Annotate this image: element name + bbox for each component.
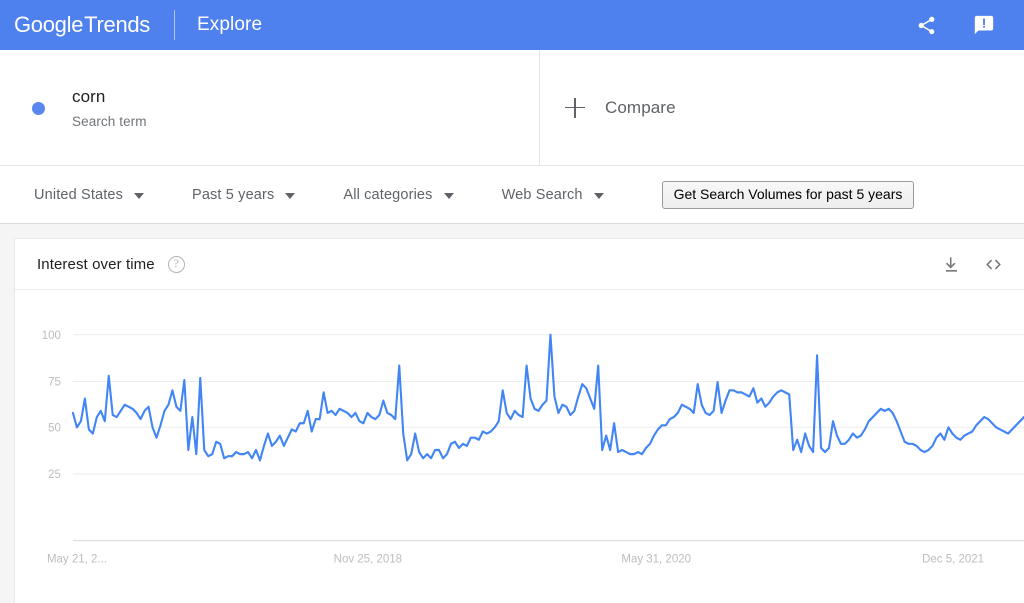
logo-google-word: Google: [14, 12, 84, 37]
y-tick-75: 75: [48, 375, 61, 388]
interest-over-time-chart[interactable]: 100 75 50 25 May 21, 2... Nov 25, 2018 M…: [15, 290, 1024, 603]
x-tick-3: Dec 5, 2021: [922, 552, 984, 565]
filter-time-range[interactable]: Past 5 years: [192, 186, 296, 203]
card-actions: [942, 255, 1004, 274]
chevron-down-icon: [443, 192, 454, 199]
search-term-text: corn Search term: [72, 86, 147, 129]
x-tick-0: May 21, 2...: [47, 552, 107, 565]
embed-code-icon[interactable]: [983, 255, 1004, 274]
y-tick-100: 100: [42, 329, 62, 342]
header-divider: [174, 10, 176, 40]
download-icon[interactable]: [942, 255, 961, 274]
logo-trends-word: Trends: [84, 12, 151, 37]
filter-location[interactable]: United States: [34, 187, 144, 203]
search-term-value: corn: [72, 87, 106, 106]
interest-over-time-card: Interest over time ? 100 75 50 25 May 21…: [14, 238, 1024, 603]
trend-line: [71, 333, 1024, 462]
y-tick-50: 50: [48, 421, 61, 434]
google-trends-logo[interactable]: Google Trends: [14, 12, 150, 38]
filter-time-range-label: Past 5 years: [192, 186, 275, 203]
chevron-down-icon: [285, 192, 296, 199]
card-header: Interest over time ?: [15, 239, 1024, 290]
filter-search-type-label: Web Search: [501, 186, 583, 203]
chevron-down-icon: [593, 192, 604, 199]
feedback-icon[interactable]: [972, 13, 996, 37]
chart-container[interactable]: 100 75 50 25 May 21, 2... Nov 25, 2018 M…: [15, 290, 1024, 603]
x-tick-2: May 31, 2020: [621, 552, 691, 565]
chart-x-axis-labels: May 21, 2... Nov 25, 2018 May 31, 2020 D…: [47, 552, 984, 565]
panel-title: Interest over time: [37, 255, 155, 273]
filter-category-label: All categories: [343, 186, 433, 203]
add-comparison-button[interactable]: Compare: [540, 50, 1024, 165]
query-compare-row: corn Search term Compare: [0, 50, 1024, 166]
filter-category[interactable]: All categories: [343, 186, 454, 203]
chart-y-axis-labels: 100 75 50 25: [42, 329, 62, 482]
x-tick-1: Nov 25, 2018: [334, 552, 403, 565]
header-actions: [914, 13, 1008, 37]
share-icon[interactable]: [914, 13, 938, 37]
plus-icon: [565, 97, 585, 118]
content-area: Interest over time ? 100 75 50 25 May 21…: [0, 224, 1024, 603]
help-icon[interactable]: ?: [167, 255, 185, 273]
explore-title: Explore: [197, 14, 263, 35]
chevron-down-icon: [134, 192, 144, 199]
filter-bar: United States Past 5 years All categorie…: [0, 166, 1024, 224]
y-tick-25: 25: [48, 468, 61, 481]
app-header: Google Trends Explore: [0, 0, 1024, 50]
filter-search-type[interactable]: Web Search: [502, 187, 604, 203]
get-search-volumes-button[interactable]: Get Search Volumes for past 5 years: [661, 180, 915, 209]
search-term-card[interactable]: corn Search term: [0, 50, 540, 165]
compare-label: Compare: [605, 97, 676, 117]
filter-location-label: United States: [34, 186, 123, 203]
search-term-type: Search term: [72, 114, 147, 129]
series-color-dot: [32, 102, 45, 115]
